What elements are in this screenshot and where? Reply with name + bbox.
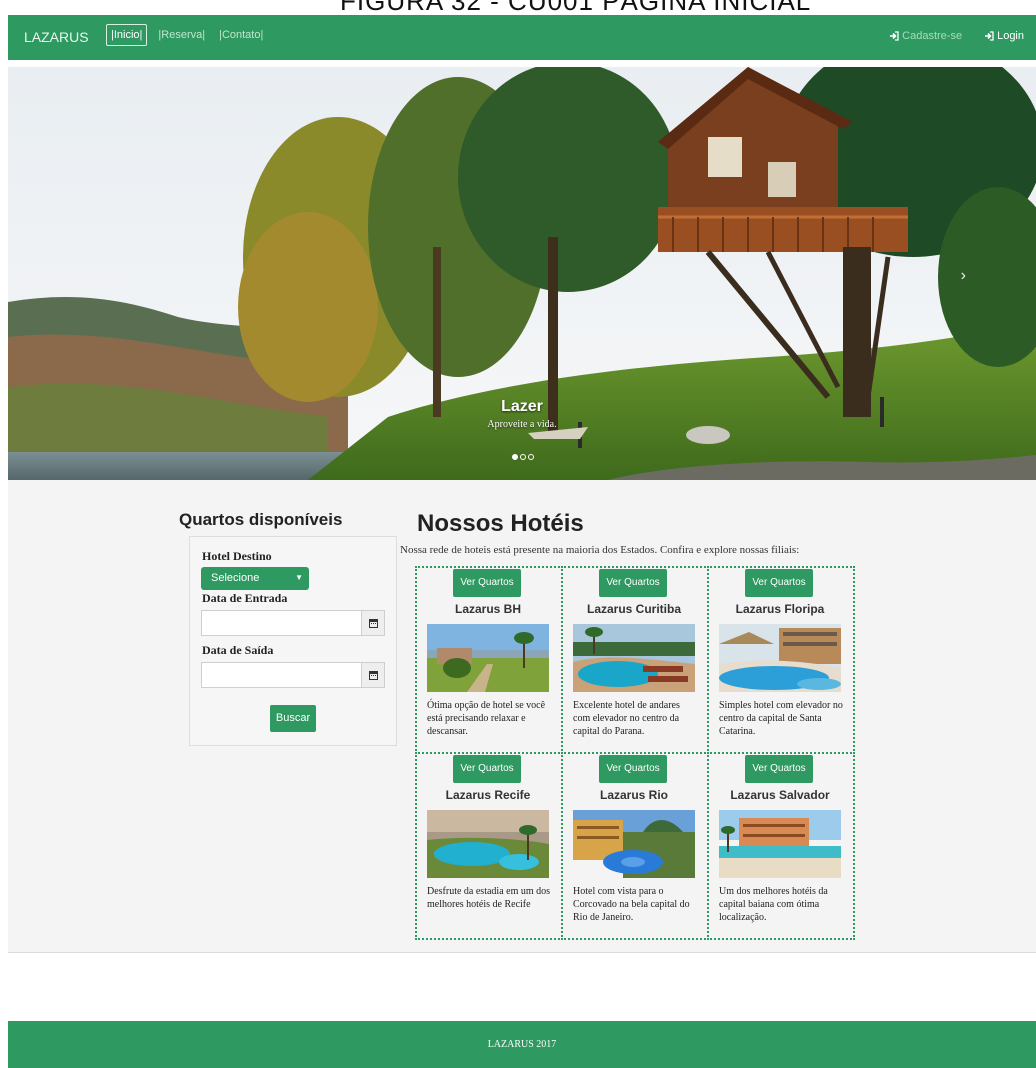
nav-link-inicio[interactable]: |Inicio| <box>106 24 148 46</box>
hotel-description: Excelente hotel de andares com elevador … <box>573 700 680 737</box>
carousel-dot-1[interactable] <box>512 454 518 460</box>
view-rooms-button[interactable]: Ver Quartos <box>453 569 521 597</box>
login-label: Login <box>997 30 1024 42</box>
checkout-label: Data de Saída <box>202 643 274 657</box>
page: LAZARUS |Inicio| |Reserva| |Contato| Cad… <box>8 15 1036 1068</box>
hotel-card-bh: Ver Quartos Lazarus BH Ótima opção de ho <box>415 566 563 754</box>
nav-link-reserva[interactable]: |Reserva| <box>155 25 208 45</box>
view-rooms-button[interactable]: Ver Quartos <box>745 569 813 597</box>
hotel-name: Lazarus Floripa <box>735 602 825 616</box>
nav-link-contato[interactable]: |Contato| <box>216 25 266 45</box>
view-rooms-button[interactable]: Ver Quartos <box>599 569 667 597</box>
hotel-name: Lazarus Salvador <box>730 788 830 802</box>
log-in-icon <box>984 31 994 41</box>
carousel-indicators <box>512 454 534 460</box>
search-button[interactable]: Buscar <box>270 705 316 732</box>
hotel-description: Simples hotel com elevador no centro da … <box>719 700 843 737</box>
checkin-label: Data de Entrada <box>202 591 288 605</box>
hotel-name: Lazarus Curitiba <box>586 602 682 616</box>
checkout-calendar-button[interactable] <box>361 662 385 688</box>
signup-label: Cadastre-se <box>902 30 963 42</box>
sidebar-title: Quartos disponíveis <box>179 510 343 529</box>
hotels-subtitle: Nossa rede de hoteis está presente na ma… <box>400 544 800 556</box>
hero-subtitle: Aproveite a vida. <box>487 419 557 430</box>
hotel-photo <box>719 624 841 692</box>
caret-down-icon: ▼ <box>295 573 303 582</box>
hotel-photo <box>573 810 695 878</box>
hotel-description: Ótima opção de hotel se você está precis… <box>427 700 546 737</box>
hotel-photo <box>719 810 841 878</box>
hotel-name: Lazarus Recife <box>445 788 531 802</box>
hotel-description: Hotel com vista para o Corcovado na bela… <box>573 886 690 923</box>
log-in-icon <box>889 31 899 41</box>
hero-caption: Lazer Aproveite a vida. <box>8 398 1036 430</box>
hotel-card-curitiba: Ver Quartos Lazarus Curitiba Excelente h <box>561 566 709 754</box>
checkin-calendar-button[interactable] <box>361 610 385 636</box>
calendar-icon <box>368 618 378 628</box>
hotel-select-value: Selecione <box>211 572 260 584</box>
hotel-photo <box>427 624 549 692</box>
footer: LAZARUS 2017 <box>8 1021 1036 1068</box>
footer-text: LAZARUS 2017 <box>487 1039 557 1050</box>
hotel-destination-label: Hotel Destino <box>202 549 272 563</box>
hotel-card-floripa: Ver Quartos Lazarus Floripa Simples hote <box>707 566 855 754</box>
calendar-icon <box>368 670 378 680</box>
nav-account: Cadastre-se Login <box>889 30 1024 42</box>
carousel-dot-2[interactable] <box>520 454 526 460</box>
checkout-field <box>201 662 385 688</box>
checkin-field <box>201 610 385 636</box>
navbar: LAZARUS |Inicio| |Reserva| |Contato| Cad… <box>8 15 1036 60</box>
login-link[interactable]: Login <box>984 30 1024 42</box>
hotel-card-rio: Ver Quartos Lazarus Rio Hotel com vista <box>561 752 709 940</box>
hotel-select[interactable]: Selecione ▼ <box>201 567 309 590</box>
hotel-card-recife: Ver Quartos Lazarus Recife Desfrute da e… <box>415 752 563 940</box>
main-content: Quartos disponíveis Hotel Destino Seleci… <box>8 480 1036 953</box>
hotel-description: Um dos melhores hotéis da capital baiana… <box>719 886 828 923</box>
hotel-card-salvador: Ver Quartos Lazarus Salvador Um dos melh <box>707 752 855 940</box>
hotel-photo <box>427 810 549 878</box>
hotel-photo <box>573 624 695 692</box>
carousel-dot-3[interactable] <box>528 454 534 460</box>
nav-links: |Inicio| |Reserva| |Contato| <box>106 24 266 46</box>
hero-title: Lazer <box>501 398 543 415</box>
hero-carousel[interactable]: Lazer Aproveite a vida. › <box>8 67 1036 480</box>
hotels-title: Nossos Hotéis <box>417 510 584 537</box>
checkout-input[interactable] <box>201 662 361 688</box>
brand-link[interactable]: LAZARUS <box>24 29 89 45</box>
hotel-name: Lazarus Rio <box>599 788 668 802</box>
signup-link[interactable]: Cadastre-se <box>889 30 962 42</box>
chevron-right-icon[interactable]: › <box>961 267 966 285</box>
view-rooms-button[interactable]: Ver Quartos <box>453 755 521 783</box>
view-rooms-button[interactable]: Ver Quartos <box>745 755 813 783</box>
search-form: Hotel Destino Selecione ▼ Data de Entrad… <box>189 536 397 746</box>
hotel-description: Desfrute da estadia em um dos melhores h… <box>427 886 551 910</box>
view-rooms-button[interactable]: Ver Quartos <box>599 755 667 783</box>
checkin-input[interactable] <box>201 610 361 636</box>
hotel-name: Lazarus BH <box>454 602 522 616</box>
hotel-grid: Ver Quartos Lazarus BH Ótima opção de ho <box>415 566 855 940</box>
